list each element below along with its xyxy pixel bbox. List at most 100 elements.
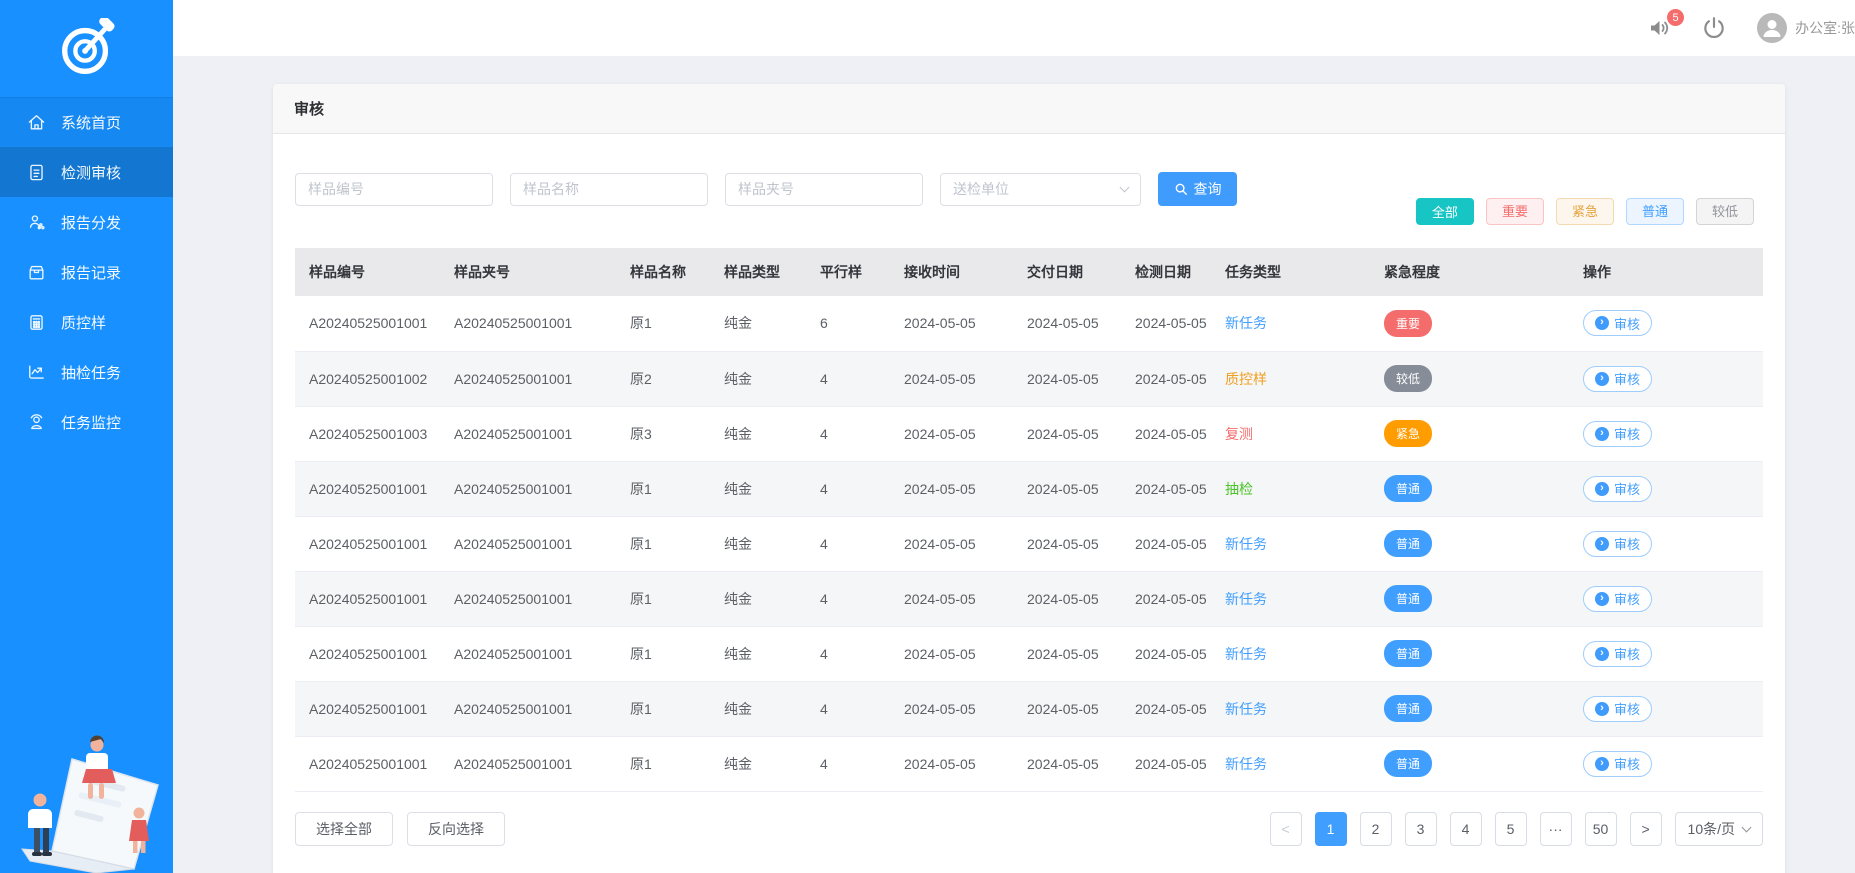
line-chart-icon [27,363,46,382]
cell-sample-type: 纯金 [710,406,806,461]
notification-count-badge: 5 [1667,9,1684,26]
tag-normal[interactable]: 普通 [1626,198,1684,225]
task-type-link[interactable]: 新任务 [1225,591,1267,607]
cell-sample-type: 纯金 [710,461,806,516]
cell-delivered: 2024-05-05 [1013,571,1121,626]
search-button[interactable]: 查询 [1158,172,1237,206]
cell-delivered: 2024-05-05 [1013,516,1121,571]
review-button[interactable]: ›审核 [1583,531,1652,557]
cell-actions: ›审核 [1569,406,1763,461]
table-footer: 选择全部 反向选择 < 1 2 3 4 5 ··· 50 > [273,792,1785,873]
selection-buttons: 选择全部 反向选择 [295,812,505,846]
table-row[interactable]: A20240525001001 A20240525001001 原1 纯金 4 … [295,681,1763,736]
urgency-badge: 普通 [1384,530,1432,557]
page-button-1[interactable]: 1 [1315,812,1347,846]
task-type-link[interactable]: 新任务 [1225,646,1267,662]
review-button[interactable]: ›审核 [1583,586,1652,612]
sidebar-item-report-dispatch[interactable]: 报告分发 [0,197,173,247]
table-row[interactable]: A20240525001001 A20240525001001 原1 纯金 6 … [295,296,1763,351]
task-type-link[interactable]: 新任务 [1225,756,1267,772]
invert-selection-button[interactable]: 反向选择 [407,812,505,846]
sidebar-item-home[interactable]: 系统首页 [0,97,173,147]
page-size-select[interactable]: 10条/页 [1675,812,1763,846]
home-icon [27,113,46,132]
urgency-badge: 重要 [1384,310,1432,337]
review-button[interactable]: ›审核 [1583,641,1652,667]
cell-task-type: 新任务 [1211,571,1370,626]
cell-sample-no: A20240525001001 [295,461,440,516]
review-button[interactable]: ›审核 [1583,310,1652,336]
prev-page-button[interactable]: < [1270,812,1302,846]
task-type-link[interactable]: 新任务 [1225,701,1267,717]
power-icon [1701,15,1727,41]
cell-sample-name: 原2 [616,351,710,406]
page-button-3[interactable]: 3 [1405,812,1437,846]
review-button-label: 审核 [1614,754,1640,773]
cell-actions: ›审核 [1569,571,1763,626]
table-row[interactable]: A20240525001001 A20240525001001 原1 纯金 4 … [295,516,1763,571]
cell-received: 2024-05-05 [890,296,1013,351]
table-row[interactable]: A20240525001001 A20240525001001 原1 纯金 4 … [295,736,1763,791]
samples-table: 样品编号 样品夹号 样品名称 样品类型 平行样 接收时间 交付日期 检测日期 任… [295,248,1763,792]
select-all-button[interactable]: 选择全部 [295,812,393,846]
cell-urgency: 紧急 [1370,406,1569,461]
arrow-circle-icon: › [1595,316,1609,330]
logout-button[interactable] [1701,15,1727,41]
cell-task-type: 质控样 [1211,351,1370,406]
page-button-2[interactable]: 2 [1360,812,1392,846]
folder-no-input[interactable] [725,173,923,206]
review-button[interactable]: ›审核 [1583,421,1652,447]
sidebar-item-task-monitor[interactable]: 任务监控 [0,397,173,447]
cell-folder-no: A20240525001001 [440,681,616,736]
task-type-link[interactable]: 抽检 [1225,481,1253,497]
task-type-link[interactable]: 新任务 [1225,536,1267,552]
tag-important[interactable]: 重要 [1486,198,1544,225]
inspection-unit-select[interactable]: 送检单位 [940,173,1141,206]
urgency-badge: 普通 [1384,695,1432,722]
sidebar-item-qc-sample[interactable]: 质控样 [0,297,173,347]
page-button-5[interactable]: 5 [1495,812,1527,846]
col-delivered: 交付日期 [1013,248,1121,296]
sidebar-item-spot-check-tasks[interactable]: 抽检任务 [0,347,173,397]
sample-no-input[interactable] [295,173,493,206]
review-button[interactable]: ›审核 [1583,696,1652,722]
sample-name-input[interactable] [510,173,708,206]
tag-low[interactable]: 较低 [1696,198,1754,225]
last-page-button[interactable]: 50 [1585,812,1617,846]
task-type-link[interactable]: 新任务 [1225,315,1267,331]
user-menu[interactable]: 办公室:张 [1757,13,1855,43]
next-page-button[interactable]: > [1630,812,1662,846]
cell-tested: 2024-05-05 [1121,736,1211,791]
cell-sample-name: 原3 [616,406,710,461]
review-button[interactable]: ›审核 [1583,366,1652,392]
page-ellipsis-button[interactable]: ··· [1540,812,1572,846]
task-type-link[interactable]: 质控样 [1225,371,1267,387]
task-type-link[interactable]: 复测 [1225,426,1253,442]
review-card: 审核 送检单位 [273,84,1785,873]
cell-sample-no: A20240525001001 [295,516,440,571]
table-row[interactable]: A20240525001002 A20240525001001 原2 纯金 4 … [295,351,1763,406]
cell-sample-name: 原1 [616,626,710,681]
share-user-icon [27,213,46,232]
notification-button[interactable]: 5 [1647,16,1671,40]
cell-actions: ›审核 [1569,351,1763,406]
table-row[interactable]: A20240525001001 A20240525001001 原1 纯金 4 … [295,571,1763,626]
cell-sample-type: 纯金 [710,296,806,351]
tag-all[interactable]: 全部 [1416,198,1474,225]
review-button[interactable]: ›审核 [1583,751,1652,777]
review-button-label: 审核 [1614,534,1640,553]
tag-urgent[interactable]: 紧急 [1556,198,1614,225]
table-row[interactable]: A20240525001003 A20240525001001 原3 纯金 4 … [295,406,1763,461]
col-urgency: 紧急程度 [1370,248,1569,296]
sidebar-item-review[interactable]: 检测审核 [0,147,173,197]
cell-received: 2024-05-05 [890,571,1013,626]
cell-tested: 2024-05-05 [1121,626,1211,681]
table-row[interactable]: A20240525001001 A20240525001001 原1 纯金 4 … [295,626,1763,681]
table-row[interactable]: A20240525001001 A20240525001001 原1 纯金 4 … [295,461,1763,516]
document-icon [27,163,46,182]
page-button-4[interactable]: 4 [1450,812,1482,846]
review-button[interactable]: ›审核 [1583,476,1652,502]
sidebar-item-report-records[interactable]: 报告记录 [0,247,173,297]
cell-actions: ›审核 [1569,296,1763,351]
cell-sample-no: A20240525001003 [295,406,440,461]
